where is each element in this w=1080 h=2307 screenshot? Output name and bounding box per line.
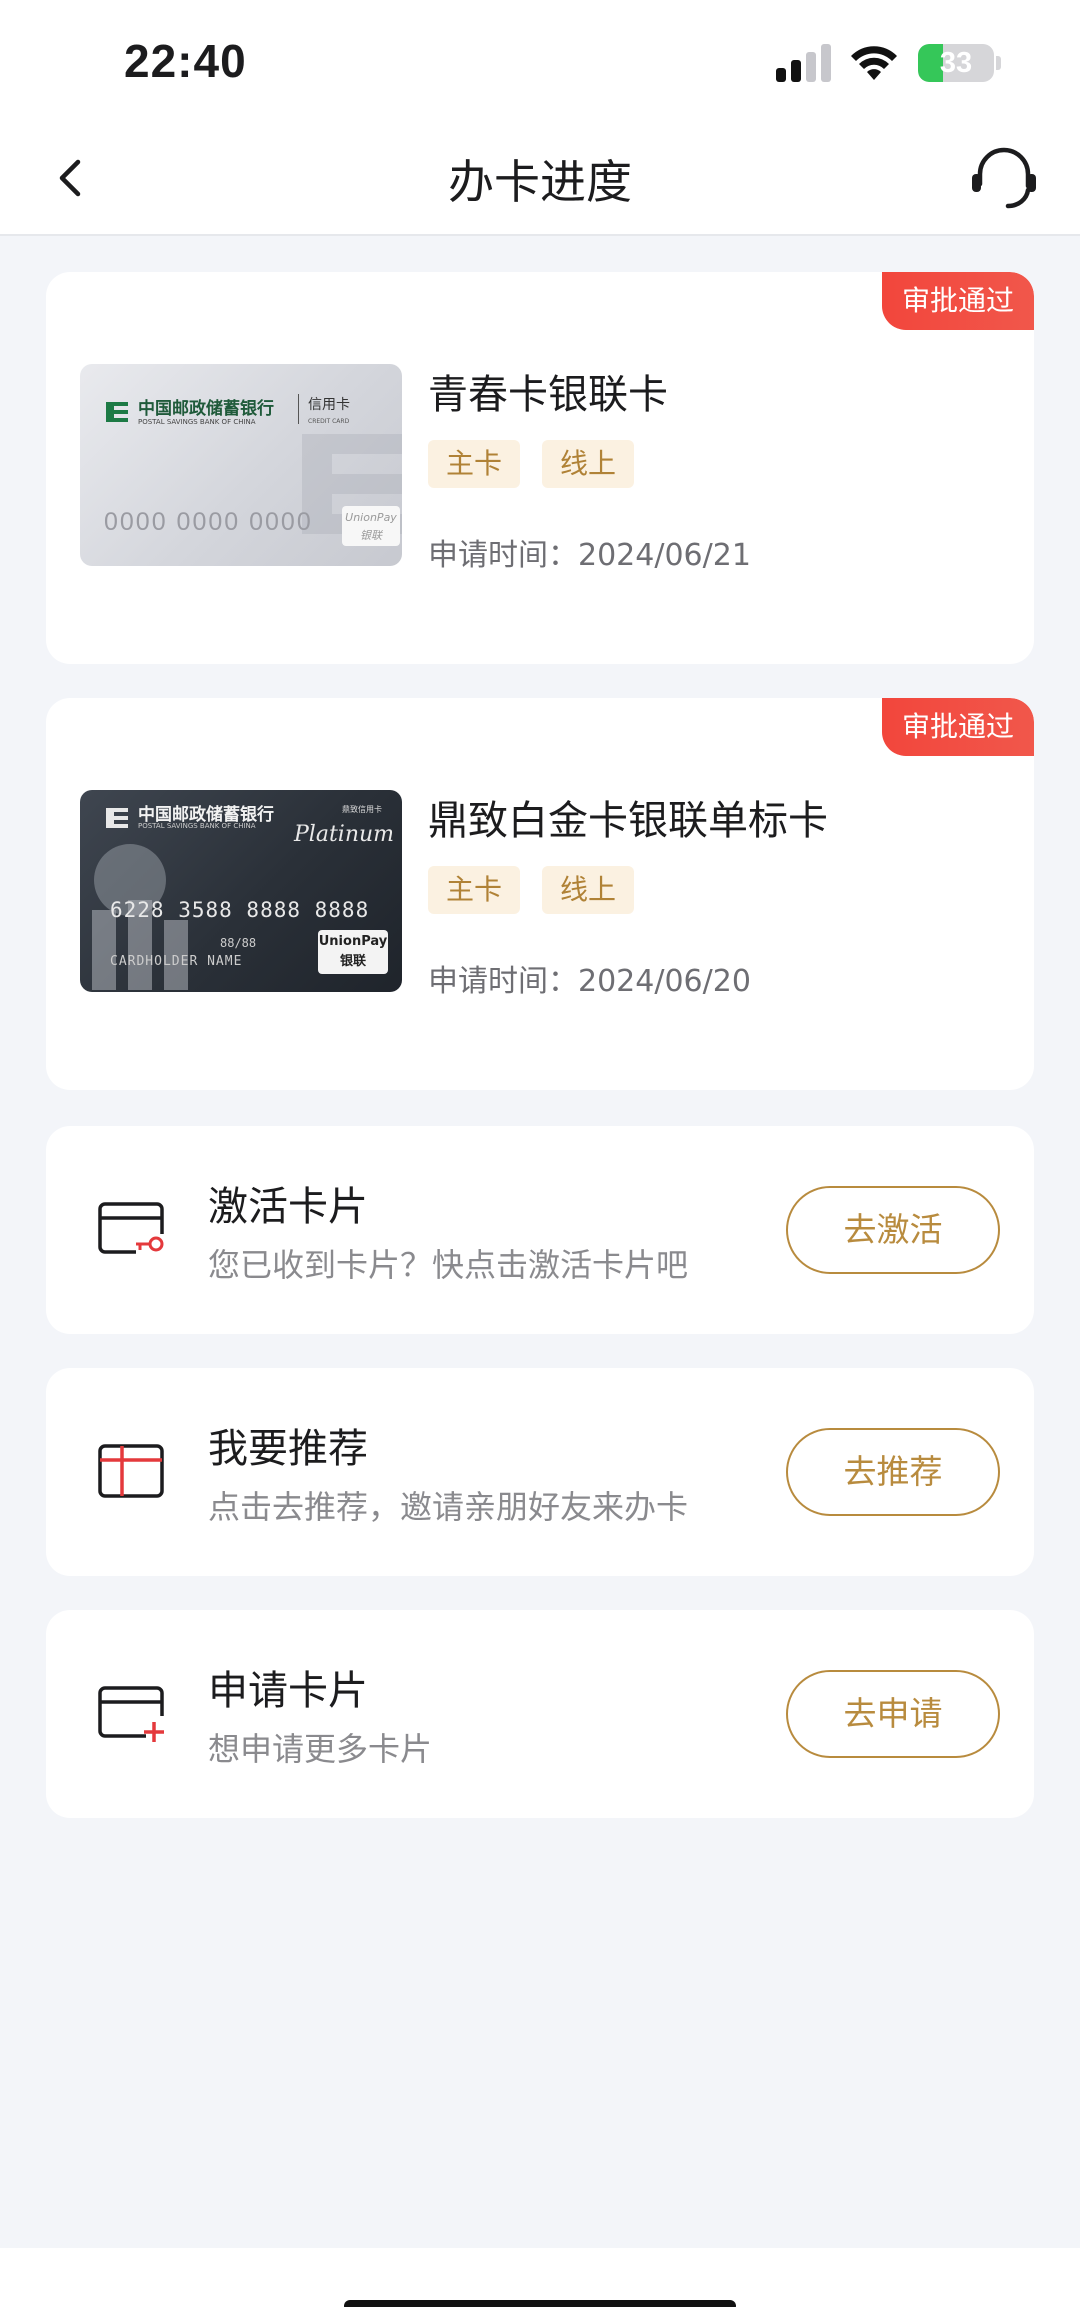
action-desc: 点击去推荐，邀请亲朋好友来办卡 <box>208 1488 689 1526</box>
application-card[interactable]: 审批通过 中国邮政储蓄银行 POSTAL SAVINGS BANK OF CHI… <box>46 698 1034 1090</box>
tag-primary-card: 主卡 <box>428 866 521 914</box>
tag-online: 线上 <box>542 440 635 488</box>
platinum-label: Platinum <box>294 822 395 847</box>
card-number: 6228 3588 8888 8888 <box>110 898 370 922</box>
unionpay-en: UnionPay <box>318 934 388 949</box>
headset-icon <box>972 147 1036 209</box>
apply-card-section: 申请卡片 想申请更多卡片 去申请 <box>46 1610 1034 1818</box>
recommend-section: 我要推荐 点击去推荐，邀请亲朋好友来办卡 去推荐 <box>46 1368 1034 1576</box>
credit-card-label: 鼎致信用卡 <box>342 805 382 814</box>
card-name: 鼎致白金卡银联单标卡 <box>428 798 828 844</box>
navigation-bar: 办卡进度 <box>0 120 1080 236</box>
action-title: 我要推荐 <box>208 1426 368 1472</box>
status-badge: 审批通过 <box>881 698 1034 756</box>
credit-card-label-en: CREDIT CARD <box>308 418 350 425</box>
action-desc: 想申请更多卡片 <box>208 1730 433 1768</box>
battery-percent: 33 <box>939 47 973 79</box>
status-time: 22:40 <box>124 35 247 87</box>
tag-online: 线上 <box>542 866 635 914</box>
customer-service-button[interactable] <box>968 144 1040 212</box>
unionpay-logo: UnionPay 银联 <box>342 506 400 546</box>
cardholder-name: CARDHOLDER NAME <box>110 954 243 969</box>
page-title: 办卡进度 <box>448 155 632 209</box>
application-card[interactable]: 审批通过 中国邮政储蓄银行 POSTAL SAVINGS BANK OF CHI… <box>46 272 1034 664</box>
postal-bank-logo-icon <box>106 808 128 828</box>
cellular-signal-icon <box>776 44 834 82</box>
unionpay-logo: UnionPay 银联 <box>318 930 388 974</box>
card-valid-thru: 88/88 <box>220 936 257 950</box>
card-add-icon <box>98 1686 164 1742</box>
action-title: 激活卡片 <box>208 1184 368 1230</box>
status-bar: 22:40 33 <box>0 0 1080 120</box>
postal-bank-logo-icon <box>106 402 128 422</box>
tag-primary-card: 主卡 <box>428 440 521 488</box>
bank-name-en: POSTAL SAVINGS BANK OF CHINA <box>138 418 256 426</box>
action-title: 申请卡片 <box>208 1668 368 1714</box>
home-indicator[interactable] <box>344 2300 736 2307</box>
apply-date: 申请时间：2024/06/20 <box>428 964 751 999</box>
bank-name-cn: 中国邮政储蓄银行 <box>138 399 274 419</box>
bottom-safe-area <box>0 2248 1080 2307</box>
card-name: 青春卡银联卡 <box>428 372 668 418</box>
platinum-card-art: 中国邮政储蓄银行 POSTAL SAVINGS BANK OF CHINA 鼎致… <box>80 790 402 992</box>
card-activate-icon <box>98 1202 166 1256</box>
card-image: 中国邮政储蓄银行 POSTAL SAVINGS BANK OF CHINA 信用… <box>80 364 402 566</box>
wifi-icon <box>851 46 897 80</box>
card-image: 中国邮政储蓄银行 POSTAL SAVINGS BANK OF CHINA 鼎致… <box>80 790 402 992</box>
recommend-button[interactable]: 去推荐 <box>786 1428 1000 1516</box>
unionpay-cn: 银联 <box>339 954 366 969</box>
battery-icon: 33 <box>918 44 994 82</box>
card-number: 0000 0000 0000 <box>104 508 313 536</box>
credit-card-label-cn: 信用卡 <box>308 397 350 413</box>
action-desc: 您已收到卡片？快点击激活卡片吧 <box>208 1246 689 1284</box>
status-badge: 审批通过 <box>881 272 1034 330</box>
apply-button[interactable]: 去申请 <box>786 1670 1000 1758</box>
card-tags: 主卡 线上 <box>428 440 635 488</box>
gift-icon <box>98 1444 164 1498</box>
battery-tip <box>996 56 1001 70</box>
logo-divider <box>298 394 299 424</box>
youth-card-art: 中国邮政储蓄银行 POSTAL SAVINGS BANK OF CHINA 信用… <box>80 364 402 566</box>
card-tags: 主卡 线上 <box>428 866 635 914</box>
apply-date: 申请时间：2024/06/21 <box>428 538 751 573</box>
activate-button[interactable]: 去激活 <box>786 1186 1000 1274</box>
activate-card-section: 激活卡片 您已收到卡片？快点击激活卡片吧 去激活 <box>46 1126 1034 1334</box>
bank-name-en: POSTAL SAVINGS BANK OF CHINA <box>138 822 256 830</box>
